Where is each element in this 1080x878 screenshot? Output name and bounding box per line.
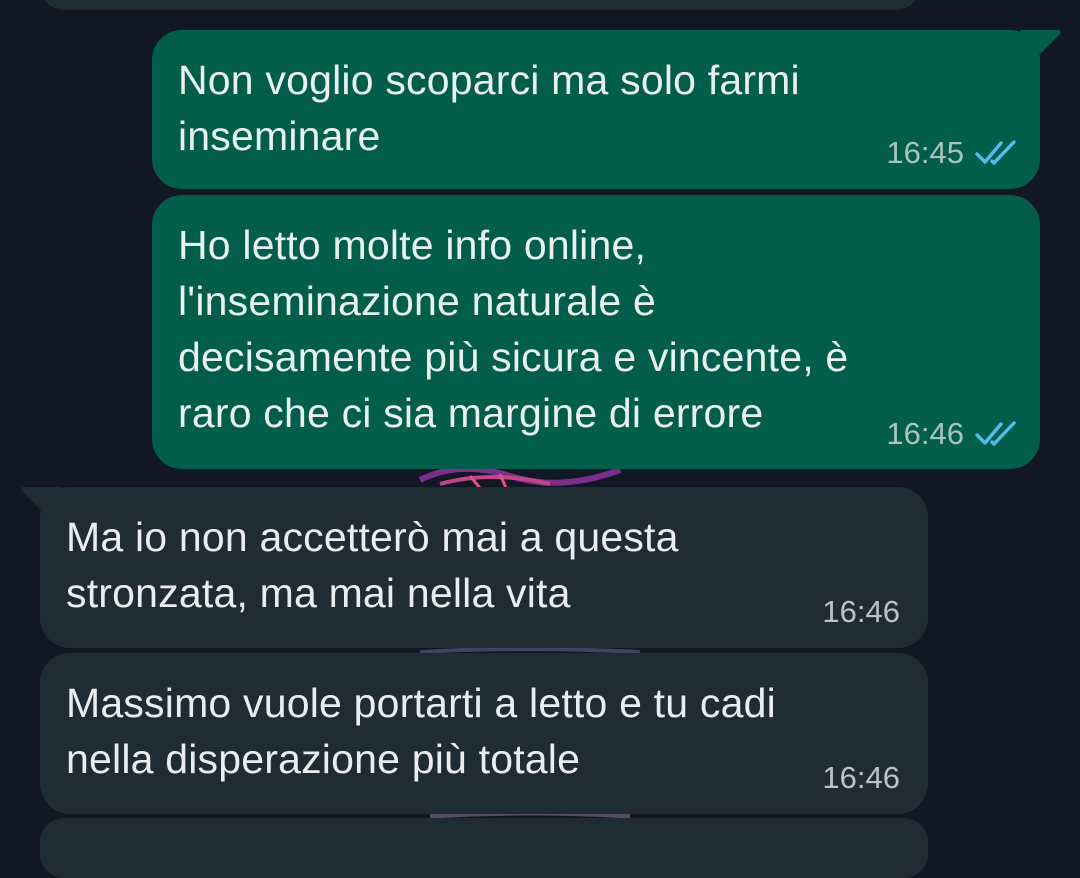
message-line: stronzata, ma mai nella vita xyxy=(66,570,571,616)
message-meta: 16:46 xyxy=(822,761,900,795)
message-bubble-incoming[interactable]: Massimo vuole portarti a letto e tu cadi… xyxy=(40,653,928,814)
message-time: 16:45 xyxy=(886,135,964,170)
double-check-read-icon xyxy=(975,421,1016,446)
message-time: 16:46 xyxy=(822,594,900,629)
message-line: Massimo vuole portarti a letto e tu cadi xyxy=(66,680,776,726)
message-bubble-outgoing[interactable]: Non voglio scoparci ma solo farmi insemi… xyxy=(152,30,1040,189)
next-message-bubble[interactable] xyxy=(40,818,928,878)
message-meta: 16:46 xyxy=(822,595,900,629)
message-line: nella disperazione più totale xyxy=(66,736,581,782)
double-check-read-icon xyxy=(975,140,1016,165)
message-text: Ho letto molte info online, l'inseminazi… xyxy=(178,217,848,441)
previous-message-bubble[interactable] xyxy=(40,0,920,10)
message-line: Ma io non accetterò mai a questa xyxy=(66,514,679,560)
message-text: Massimo vuole portarti a letto e tu cadi… xyxy=(66,675,776,787)
message-line: Non voglio scoparci ma solo farmi xyxy=(178,57,800,103)
message-bubble-incoming[interactable]: Ma io non accetterò mai a questa stronza… xyxy=(40,487,928,648)
message-line: decisamente più sicura e vincente, è xyxy=(178,334,849,380)
message-text: Non voglio scoparci ma solo farmi insemi… xyxy=(178,52,800,164)
message-meta: 16:45 xyxy=(886,136,1018,170)
message-line: l'inseminazione naturale è xyxy=(178,278,656,324)
message-line: inseminare xyxy=(178,113,381,159)
message-bubble-outgoing[interactable]: Ho letto molte info online, l'inseminazi… xyxy=(152,195,1040,469)
message-line: raro che ci sia margine di errore xyxy=(178,390,764,436)
message-time: 16:46 xyxy=(822,760,900,795)
message-text: Ma io non accetterò mai a questa stronza… xyxy=(66,509,679,621)
message-line: Ho letto molte info online, xyxy=(178,222,647,268)
message-time: 16:46 xyxy=(886,416,964,451)
message-meta: 16:46 xyxy=(886,417,1018,451)
